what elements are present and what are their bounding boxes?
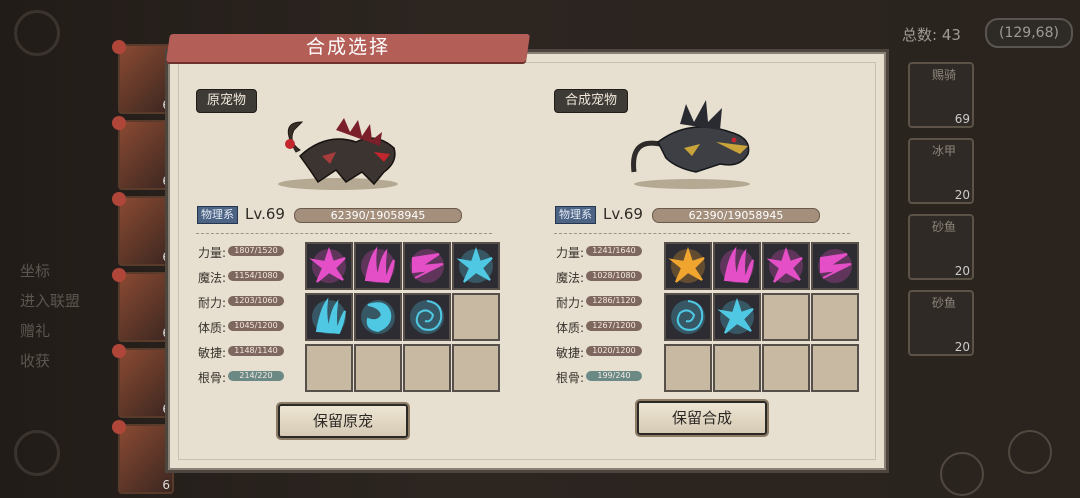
empty-skill-slot — [713, 344, 761, 392]
synthesized-pet-type: 物理系 — [555, 206, 596, 224]
background-hero-card: 6 — [112, 192, 174, 266]
stat-label: 力量: — [198, 246, 227, 260]
background-refresh-icon — [940, 452, 984, 496]
empty-skill-slot — [305, 344, 353, 392]
title-ribbon: 合成选择 — [166, 28, 530, 68]
divider — [196, 233, 492, 234]
gold-burst-icon — [668, 246, 705, 283]
magenta-claw-icon — [361, 246, 395, 284]
empty-skill-slot — [452, 293, 500, 341]
original-pet-exp: 62390/19058945 — [294, 208, 462, 223]
original-pet-type: 物理系 — [197, 206, 238, 224]
original-pet-portrait[interactable] — [266, 112, 406, 194]
background-avatar-icon — [14, 10, 60, 56]
empty-skill-slot — [762, 293, 810, 341]
stat-value: 1267/1200 — [586, 321, 642, 331]
empty-skill-slot — [762, 344, 810, 392]
synthesized-pet-level: Lv.69 — [603, 205, 643, 223]
stat-label: 耐力: — [198, 296, 227, 310]
stat-value: 1286/1120 — [586, 296, 642, 306]
stat-label: 敏捷: — [198, 346, 227, 360]
empty-skill-slot — [354, 344, 402, 392]
skill-slot[interactable] — [305, 242, 353, 290]
cyan-burst-icon — [717, 297, 754, 334]
background-pet-card: 砂鱼 20 — [908, 290, 974, 356]
background-total-count: 总数: 43 — [902, 26, 961, 44]
skill-slot[interactable] — [762, 242, 810, 290]
magenta-slash-icon — [818, 249, 852, 283]
background-hero-card: 6 — [112, 420, 174, 494]
stat-value: 1020/1200 — [586, 346, 642, 356]
empty-skill-slot — [403, 344, 451, 392]
background-pet-card: 赐骑 69 — [908, 62, 974, 128]
cyan-rune-icon — [361, 300, 395, 334]
empty-skill-slot — [811, 293, 859, 341]
stat-label: 力量: — [556, 246, 585, 260]
cyan-claw-icon — [312, 297, 346, 335]
background-coords: (129,68) — [985, 18, 1073, 48]
stat-label: 根骨: — [556, 371, 585, 385]
stat-value: 1241/1640 — [586, 246, 642, 256]
stat-value: 1148/1140 — [228, 346, 284, 356]
cyan-swirl-icon — [410, 300, 444, 334]
synthesized-pet-portrait[interactable] — [620, 98, 760, 194]
background-hero-card: 6 — [112, 40, 174, 114]
synthesized-pet-exp: 62390/19058945 — [652, 208, 820, 223]
background-round-icon — [14, 430, 60, 476]
stat-value: 1154/1080 — [228, 271, 284, 281]
divider — [554, 233, 850, 234]
stat-value: 1203/1060 — [228, 296, 284, 306]
skill-slot[interactable] — [354, 242, 402, 290]
original-pet-tag: 原宠物 — [196, 89, 258, 113]
skill-slot[interactable] — [713, 242, 761, 290]
stat-value: 214/220 — [228, 371, 284, 381]
background-text: 进入联盟 — [20, 292, 81, 310]
panel-title: 合成选择 — [305, 36, 390, 58]
magenta-burst-icon — [766, 246, 803, 283]
stat-value: 1045/1200 — [228, 321, 284, 331]
keep-synthesized-button[interactable]: 保留合成 — [637, 401, 767, 435]
stat-label: 体质: — [556, 321, 585, 335]
cyan-burst-icon — [456, 246, 493, 283]
skill-slot[interactable] — [664, 242, 712, 290]
stat-value: 1028/1080 — [586, 271, 642, 281]
skill-slot[interactable] — [452, 242, 500, 290]
background-text: 赠礼 — [20, 322, 51, 340]
background-hero-card: 6 — [112, 344, 174, 418]
stat-value: 199/240 — [586, 371, 642, 381]
stat-label: 魔法: — [198, 271, 227, 285]
background-text: 坐标 — [20, 262, 51, 280]
stat-label: 根骨: — [198, 371, 227, 385]
skill-slot[interactable] — [713, 293, 761, 341]
background-hero-card: 6 — [112, 116, 174, 190]
skill-slot[interactable] — [403, 242, 451, 290]
background-text: 收获 — [20, 352, 51, 370]
background-hero-card: 6 — [112, 268, 174, 342]
stat-label: 魔法: — [556, 271, 585, 285]
cyan-swirl-icon — [671, 300, 705, 334]
empty-skill-slot — [811, 344, 859, 392]
keep-original-button[interactable]: 保留原宠 — [278, 404, 408, 438]
stat-label: 体质: — [198, 321, 227, 335]
skill-slot[interactable] — [354, 293, 402, 341]
empty-skill-slot — [664, 344, 712, 392]
background-round-icon — [1008, 430, 1052, 474]
magenta-slash-icon — [410, 249, 444, 283]
original-pet-level: Lv.69 — [245, 205, 285, 223]
skill-slot[interactable] — [811, 242, 859, 290]
magenta-claw-icon — [720, 246, 754, 284]
skill-slot[interactable] — [403, 293, 451, 341]
skill-slot[interactable] — [664, 293, 712, 341]
background-pet-card: 冰甲 20 — [908, 138, 974, 204]
empty-skill-slot — [452, 344, 500, 392]
skill-slot[interactable] — [305, 293, 353, 341]
synthesized-pet-tag: 合成宠物 — [554, 89, 629, 113]
stat-label: 敏捷: — [556, 346, 585, 360]
background-hero-list: 6 6 6 6 6 6 坐标 进入联盟 赠礼 收获 — [0, 0, 174, 498]
stat-value: 1807/1520 — [228, 246, 284, 256]
magenta-burst-icon — [309, 246, 346, 283]
stat-label: 耐力: — [556, 296, 585, 310]
background-pet-card: 砂鱼 20 — [908, 214, 974, 280]
